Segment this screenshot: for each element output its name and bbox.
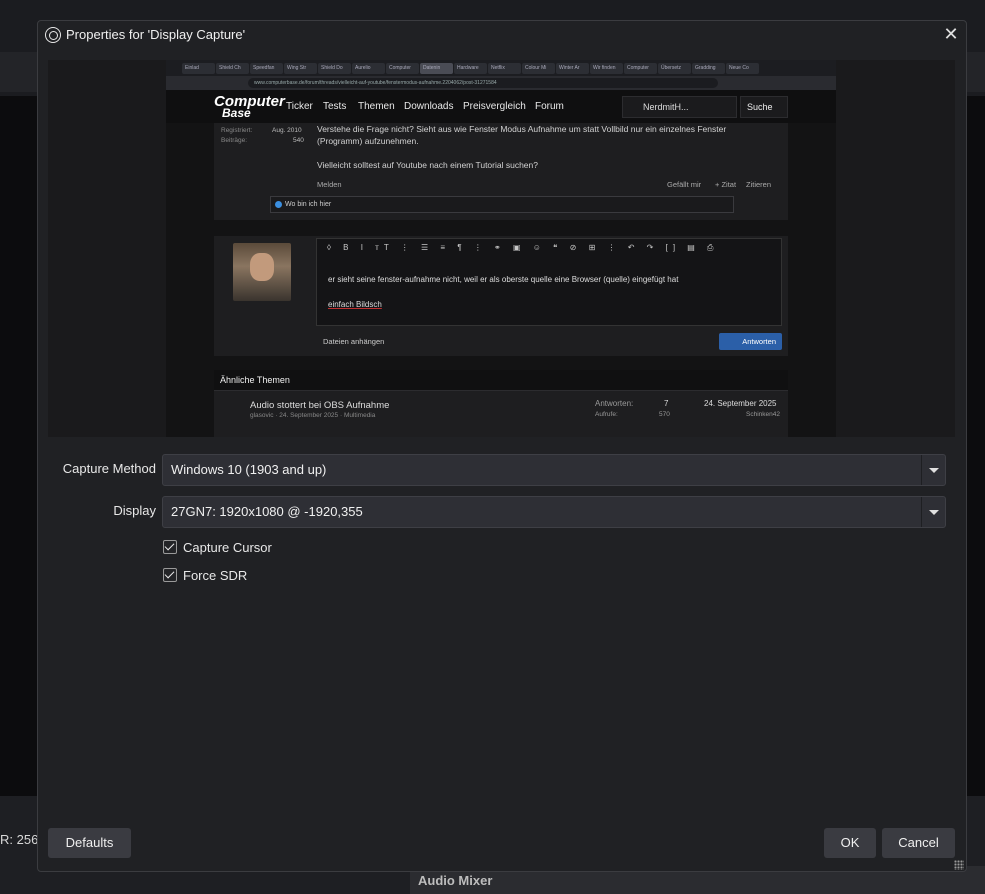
cite-link: Zitieren (746, 180, 772, 189)
post-line-1: Verstehe die Frage nicht? Sieht aus wie … (317, 124, 727, 134)
reply-editor: ◊ B I тT ⋮ ☰ ≡ ¶ ⋮ ⚭ ▣ ☺ ❝ ⊘ ⊞ ⋮ ↶ ↷ [] … (316, 238, 782, 326)
browser-tab: Speedfan (250, 63, 283, 74)
nav-themen: Themen (358, 101, 395, 112)
chevron-down-icon[interactable] (921, 497, 945, 527)
posts-label: Beiträge: (221, 137, 248, 144)
similar-topic-meta: glasovic · 24. September 2025 · Multimed… (250, 412, 376, 419)
user-avatar (233, 243, 291, 301)
where-am-i-box: Wo bin ich hier (270, 196, 734, 213)
browser-tab: Übersetz (658, 63, 691, 74)
browser-tab: Computer (624, 63, 657, 74)
browser-tab: Aurelio (352, 63, 385, 74)
browser-tab: Computer (386, 63, 419, 74)
browser-tab: Neue Co (726, 63, 759, 74)
force-sdr-label[interactable]: Force SDR (183, 568, 247, 583)
editor-line-2: einfach Bildsch (328, 300, 382, 309)
capture-method-select[interactable]: Windows 10 (1903 and up) (162, 454, 946, 486)
chevron-down-icon[interactable] (921, 455, 945, 485)
answers-value: 7 (664, 399, 669, 408)
browser-tab: Hardware (454, 63, 487, 74)
display-label: Display (113, 503, 156, 518)
nav-preisvergleich: Preisvergleich (463, 101, 526, 112)
browser-tab: Datenin (420, 63, 453, 74)
site-search: Suche (740, 96, 788, 118)
site-navigation: Computer Base Ticker Tests Themen Downlo… (166, 90, 836, 123)
editor-toolbar: ◊ B I тT ⋮ ☰ ≡ ¶ ⋮ ⚭ ▣ ☺ ❝ ⊘ ⊞ ⋮ ↶ ↷ [] … (327, 243, 719, 252)
obs-logo-icon (45, 27, 61, 43)
browser-tab: Einlad (182, 63, 215, 74)
answers-label: Antworten: (595, 399, 634, 408)
capture-method-label: Capture Method (62, 461, 156, 476)
close-button[interactable]: ✕ (941, 24, 961, 44)
display-value: 27GN7: 1920x1080 @ -1920,355 (171, 504, 363, 519)
capture-cursor-label[interactable]: Capture Cursor (183, 540, 272, 555)
topic-date: 24. September 2025 (704, 399, 777, 408)
registered-label: Registriert: (221, 127, 253, 134)
registered-value: Aug. 2010 (272, 127, 302, 134)
quote-link: + Zitat (715, 180, 737, 189)
cancel-button[interactable]: Cancel (882, 828, 955, 858)
ok-button[interactable]: OK (824, 828, 876, 858)
views-value: 570 (659, 411, 670, 418)
browser-tab: Netflix (488, 63, 521, 74)
resize-grip-icon[interactable] (954, 860, 964, 870)
browser-tab: Winter Ar (556, 63, 589, 74)
similar-topic-title: Audio stottert bei OBS Aufnahme (250, 400, 390, 411)
browser-tab: Wir finden (590, 63, 623, 74)
browser-url-bar: www.computerbase.de/forum/threads/vielle… (166, 76, 836, 90)
views-label: Aufrufe: (595, 411, 618, 418)
capture-cursor-checkbox[interactable] (163, 540, 177, 554)
like-link: Gefällt mir (667, 180, 702, 189)
browser-tab-bar: Einlad Shield Ch Speedfan Wing Str Shield Do… (166, 60, 836, 76)
dialog-title: Properties for 'Display Capture' (66, 27, 246, 42)
similar-topics-heading: Ähnliche Themen (214, 370, 788, 391)
attach-files-link: Dateien anhängen (323, 337, 385, 346)
defaults-button[interactable]: Defaults (48, 828, 131, 858)
browser-tab: Shield Do (318, 63, 351, 74)
editor-line-1: er sieht seine fenster-aufnahme nicht, w… (328, 275, 679, 284)
site-user: NerdmitH... (622, 96, 737, 118)
browser-tab: Gradding (692, 63, 725, 74)
post-line-2: (Programm) aufzunehmen. (317, 136, 419, 146)
audio-mixer-label: Audio Mixer (418, 873, 493, 888)
browser-url: www.computerbase.de/forum/threads/vielle… (248, 78, 718, 88)
nav-tests: Tests (323, 101, 347, 112)
force-sdr-checkbox[interactable] (163, 568, 177, 582)
site-logo-base: Base (222, 106, 251, 120)
captured-browser-window: Einlad Shield Ch Speedfan Wing Str Shield Do… (166, 60, 836, 437)
browser-tab: Shield Ch (216, 63, 249, 74)
reply-button: Antworten (719, 333, 782, 350)
post-line-3: Vielleicht solltest auf Youtube nach ein… (317, 160, 538, 170)
topic-author: Schinken42 (746, 411, 780, 418)
display-select[interactable]: 27GN7: 1920x1080 @ -1920,355 (162, 496, 946, 528)
report-link: Melden (317, 180, 342, 189)
browser-tab: Colour Mi (522, 63, 555, 74)
nav-ticker: Ticker (286, 101, 313, 112)
nav-downloads: Downloads (404, 101, 454, 112)
posts-value: 540 (293, 137, 304, 144)
capture-method-value: Windows 10 (1903 and up) (171, 462, 327, 477)
browser-tab: Wing Str (284, 63, 317, 74)
nav-forum: Forum (535, 101, 564, 112)
